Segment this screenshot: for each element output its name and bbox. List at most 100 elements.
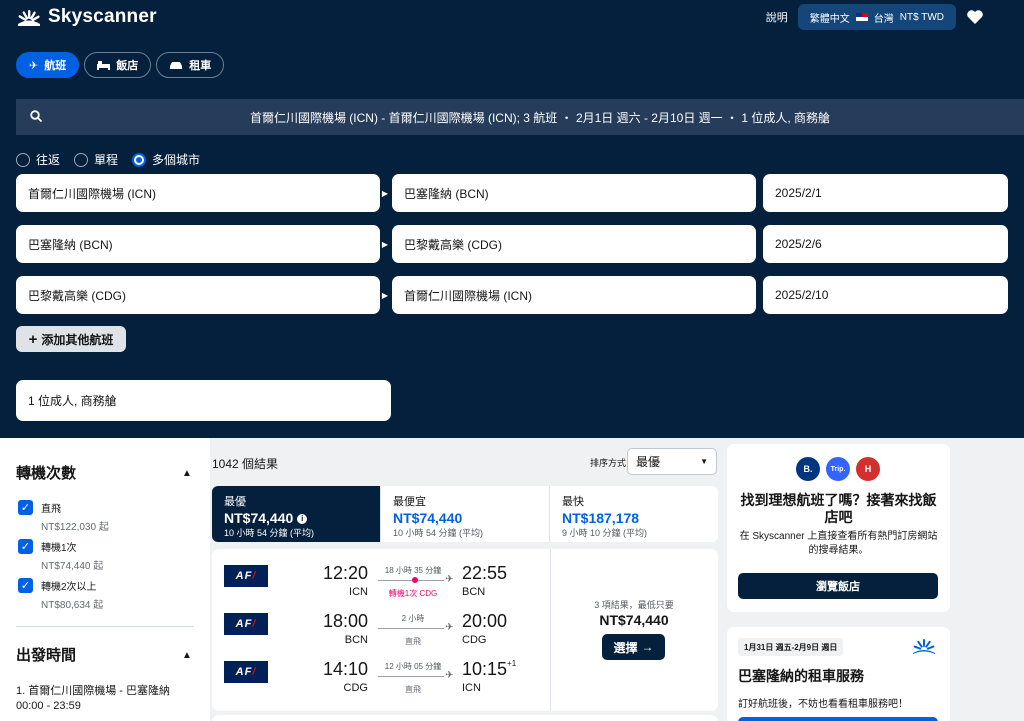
sort-tab-cheapest[interactable]: 最便宜 NT$74,440 10 小時 54 分鐘 (平均): [381, 486, 550, 542]
taiwan-flag-icon: [855, 13, 868, 21]
caret-down-icon: ▼: [700, 457, 708, 466]
leg2-to-input[interactable]: 巴黎戴高樂 (CDG): [392, 225, 756, 263]
time-filter-title: 出發時間: [16, 647, 77, 664]
arrival-code: ICN: [462, 682, 481, 694]
browse-hotels-button[interactable]: 瀏覽飯店: [738, 573, 938, 599]
filters-sidebar: 轉機次數 ▲ ✓ 直飛 NT$122,030 起 ✓ 轉機1次 NT$74,440 …: [0, 438, 210, 721]
filter-price: NT$80,634 起: [41, 600, 104, 611]
help-link[interactable]: 說明: [766, 9, 788, 25]
sort-tabs: 最優 NT$74,440 i 10 小時 54 分鐘 (平均) 最便宜 NT$74…: [212, 486, 718, 542]
route-line: [378, 628, 444, 629]
select-button[interactable]: 選擇 →: [602, 634, 665, 660]
sort-tab-title: 最優: [224, 496, 246, 508]
leg1-from-input[interactable]: 首爾仁川國際機場 (ICN): [16, 174, 380, 212]
info-icon[interactable]: i: [297, 514, 308, 525]
stops-filter-one[interactable]: ✓ 轉機1次 NT$74,440 起: [18, 539, 103, 572]
airline-logo-mark: /: [252, 618, 257, 630]
plus-icon: +: [28, 330, 38, 348]
flight-duration: 12 小時 05 分鐘: [384, 662, 442, 671]
deals-count: 3 項結果，最低只要: [594, 600, 674, 610]
trip-type-multicity[interactable]: 多個城市: [132, 151, 200, 168]
divider: [550, 549, 551, 711]
search-summary-bar[interactable]: 首爾仁川國際機場 (ICN) - 首爾仁川國際機場 (ICN); 3 航班 ・ …: [16, 99, 1024, 135]
flight-result-card[interactable]: [212, 715, 718, 721]
sort-tab-duration: 10 小時 54 分鐘 (平均): [224, 528, 315, 538]
airline-logo-mark: /: [252, 570, 257, 582]
trip-type-roundtrip[interactable]: 往返: [16, 151, 60, 168]
chevron-up-icon[interactable]: ▲: [182, 468, 192, 479]
flight-leg-2: AF/ 18:00 BCN 2 小時 ✈ 直飛 20:00 CDG: [212, 599, 550, 647]
car-rental-title: 巴塞隆納的租車服務: [738, 668, 864, 684]
checkbox-checked-icon[interactable]: ✓: [18, 500, 33, 515]
region-label: 台灣: [873, 13, 894, 25]
sort-tab-duration: 9 小時 10 分鐘 (平均): [562, 528, 648, 538]
sort-select[interactable]: 最優 ▼: [627, 448, 717, 475]
tab-flights[interactable]: ✈ 航班: [16, 52, 80, 78]
leg3-date-input[interactable]: 2025/2/10: [763, 276, 1008, 314]
search-summary-text: 首爾仁川國際機場 (ICN) - 首爾仁川國際機場 (ICN); 3 航班 ・ …: [249, 110, 831, 125]
flight-result-card[interactable]: AF/ 12:20 ICN 18 小時 35 分鐘 ✈ 轉機1次 CDG 22:…: [212, 549, 718, 711]
departure-time: 14:10: [322, 659, 368, 679]
chevron-up-icon[interactable]: ▲: [182, 650, 192, 661]
sort-tab-fastest[interactable]: 最快 NT$187,178 9 小時 10 分鐘 (平均): [550, 486, 718, 542]
arrival-time-value: 10:15: [462, 659, 508, 679]
radio-icon: [16, 152, 30, 167]
heart-icon[interactable]: [966, 9, 984, 25]
plane-icon: ✈: [445, 670, 454, 681]
car-rental-dates: 1月31日 週五-2月9日 週日: [738, 638, 844, 656]
leg2-date-input[interactable]: 2025/2/6: [763, 225, 1008, 263]
select-label: 選擇: [613, 640, 638, 655]
radio-selected-icon: [132, 152, 147, 167]
airline-code: AF: [235, 570, 253, 582]
leg3-from-input[interactable]: 巴黎戴高樂 (CDG): [16, 276, 380, 314]
arrival-time: 20:00: [462, 611, 508, 631]
avatar[interactable]: [994, 9, 1010, 25]
tab-cars[interactable]: 租車: [156, 52, 225, 78]
tab-label: 租車: [189, 60, 212, 72]
locale-button[interactable]: 繁體中文 台灣 NT$ TWD: [797, 4, 956, 30]
filter-price: NT$74,440 起: [41, 561, 104, 572]
filter-label: 轉機1次: [41, 543, 77, 554]
leg1-to-input[interactable]: 巴塞隆納 (BCN): [392, 174, 756, 212]
checkbox-checked-icon[interactable]: ✓: [18, 539, 33, 554]
sunrise-logo-icon: [18, 10, 40, 26]
radio-label: 往返: [36, 153, 61, 167]
sort-tab-price: NT$187,178: [562, 510, 640, 526]
arrival-time: 10:15+1: [462, 659, 516, 680]
leg1-date-input[interactable]: 2025/2/1: [763, 174, 1008, 212]
bed-icon: [97, 61, 111, 70]
departure-time: 12:20: [322, 563, 368, 583]
stops-filter-title: 轉機次數: [16, 465, 77, 482]
passengers-cabin-input[interactable]: 1 位成人, 商務艙: [16, 380, 391, 421]
car-rental-button[interactable]: [738, 717, 938, 721]
trip-type-oneway[interactable]: 單程: [74, 151, 118, 168]
add-flight-button[interactable]: + 添加其他航班: [16, 326, 126, 352]
skyscanner-logo[interactable]: Skyscanner: [16, 6, 157, 28]
hotel-promo-desc: 在 Skyscanner 上直接查看所有熱門訂房網站的搜尋結果。: [739, 531, 938, 556]
stops-filter-direct[interactable]: ✓ 直飛 NT$122,030 起: [18, 500, 109, 533]
travel-tabs: ✈ 航班 飯店 租車: [16, 52, 225, 78]
stops-filter-two-plus[interactable]: ✓ 轉機2次以上 NT$80,634 起: [18, 578, 103, 611]
route-line: [378, 676, 444, 677]
sort-tab-best[interactable]: 最優 NT$74,440 i 10 小時 54 分鐘 (平均): [212, 486, 381, 542]
add-flight-label: 添加其他航班: [41, 332, 114, 347]
car-rental-desc: 訂好航班後，不妨也看看租車服務吧！: [738, 699, 908, 710]
leg3-to-input[interactable]: 首爾仁川國際機場 (ICN): [392, 276, 756, 314]
currency-label: NT$ TWD: [899, 11, 944, 23]
search-panel: Skyscanner 說明 繁體中文 台灣 NT$ TWD ✈ 航班 飯店 租車…: [0, 0, 1024, 438]
departure-code: CDG: [343, 682, 368, 694]
hotel-promo-card: B. Trip. H 找到理想航班了嗎？接著來找飯店吧 在 Skyscanner…: [727, 444, 950, 612]
departure-time: 18:00: [322, 611, 368, 631]
arrival-code: CDG: [462, 634, 487, 646]
sort-tab-duration: 10 小時 54 分鐘 (平均): [393, 528, 484, 538]
flight-duration: 2 小時: [401, 614, 425, 623]
radio-label: 多個城市: [152, 153, 201, 167]
tab-hotels[interactable]: 飯店: [84, 52, 152, 78]
plane-icon: ✈: [445, 574, 454, 585]
filter-label: 轉機2次以上: [41, 582, 97, 593]
route-line: [378, 580, 444, 581]
airline-code: AF: [235, 666, 253, 678]
leg2-from-input[interactable]: 巴塞隆納 (BCN): [16, 225, 380, 263]
checkbox-checked-icon[interactable]: ✓: [18, 578, 33, 593]
filter-price: NT$122,030 起: [41, 522, 109, 533]
